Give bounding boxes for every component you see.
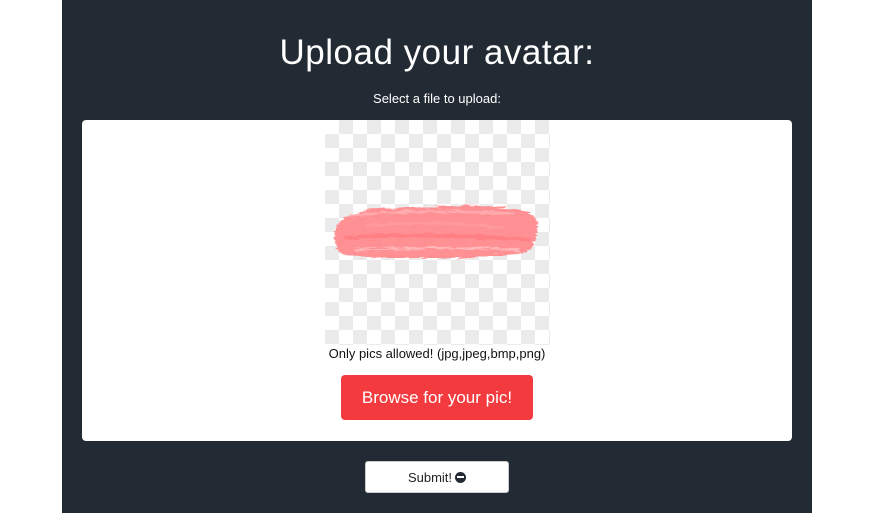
- upload-panel: Upload your avatar: Select a file to upl…: [62, 0, 812, 513]
- allowed-types-note: Only pics allowed! (jpg,jpeg,bmp,png): [328, 346, 546, 361]
- submit-button[interactable]: Submit!: [365, 461, 509, 493]
- submit-label: Submit!: [407, 469, 453, 485]
- minus-circle-icon: [455, 471, 467, 483]
- brush-stroke-image: [334, 205, 538, 258]
- browse-button[interactable]: Browse for your pic!: [341, 375, 533, 420]
- upload-card: Only pics allowed! (jpg,jpeg,bmp,png) Br…: [82, 120, 792, 441]
- page-subtitle: Select a file to upload:: [373, 91, 501, 106]
- avatar-preview: [325, 120, 550, 345]
- page-title: Upload your avatar:: [279, 33, 595, 72]
